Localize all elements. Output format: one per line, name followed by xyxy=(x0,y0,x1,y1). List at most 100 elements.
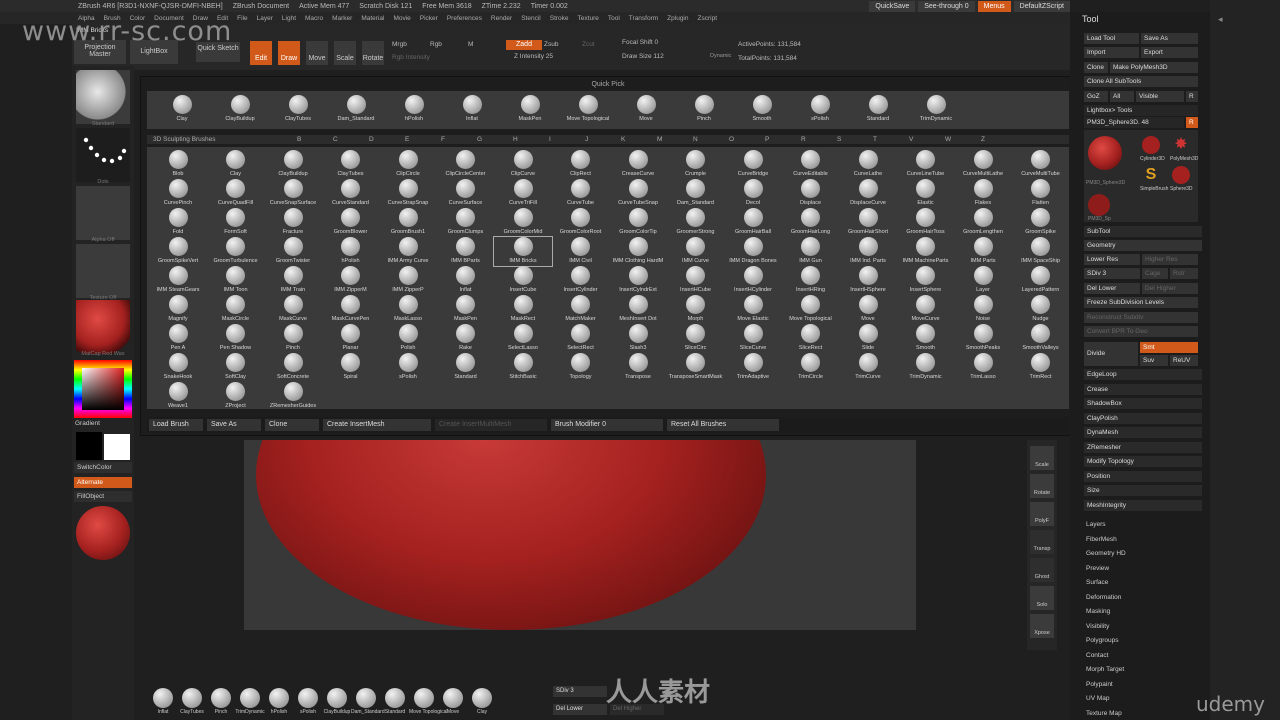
geometry-item-edgeloop[interactable]: EdgeLoop xyxy=(1084,369,1202,380)
tool-section-masking[interactable]: Masking xyxy=(1086,608,1110,615)
brush-grid-item[interactable]: CurveTube xyxy=(552,179,610,208)
brush-grid-item[interactable]: SmoothValleys xyxy=(1012,324,1070,353)
save-as-brush-button[interactable]: Save As xyxy=(207,419,261,431)
geometry-item-claypolish[interactable]: ClayPolish xyxy=(1084,412,1202,424)
solo-button[interactable]: Solo xyxy=(1030,586,1054,610)
brush-grid-item[interactable]: CurveSnapSurface xyxy=(264,179,322,208)
brush-grid-item[interactable]: Spiral xyxy=(322,353,380,382)
quick-pick-brush[interactable]: Move xyxy=(617,95,675,124)
menu-item-stencil[interactable]: Stencil xyxy=(521,15,541,22)
load-brush-button[interactable]: Load Brush xyxy=(149,419,203,431)
brush-letter-filter[interactable]: M xyxy=(657,136,662,143)
brush-grid-item[interactable]: Move Topological xyxy=(782,295,840,324)
import-button[interactable]: Import xyxy=(1084,47,1139,58)
brush-thumbnail[interactable] xyxy=(76,70,130,124)
bottom-shelf-brush[interactable]: Move Topological xyxy=(409,688,448,720)
clone-brush-button[interactable]: Clone xyxy=(265,419,319,431)
brush-letter-filter[interactable]: P xyxy=(765,136,769,143)
create-insertmesh-button[interactable]: Create InsertMesh xyxy=(323,419,431,431)
brush-grid-item[interactable]: ClipRect xyxy=(552,150,610,179)
brush-grid-item[interactable]: SliceCurve xyxy=(724,324,782,353)
geometry-item-crease[interactable]: Crease xyxy=(1084,383,1202,395)
brush-letter-filter[interactable]: I xyxy=(549,136,551,143)
brush-grid-item[interactable]: SnakeHook xyxy=(149,353,207,382)
brush-grid-item[interactable]: IMM Train xyxy=(264,266,322,295)
brush-grid-item[interactable]: ClayBuildup xyxy=(264,150,322,179)
quick-pick-brush[interactable]: TrimDynamic xyxy=(907,95,965,124)
brush-grid-item[interactable]: SliceRect xyxy=(782,324,840,353)
bottom-shelf-brush[interactable]: Pinch xyxy=(206,688,236,720)
rgb-intensity-slider[interactable]: Rgb Intensity xyxy=(392,54,430,61)
clone-all-subtools-button[interactable]: Clone All SubTools xyxy=(1084,76,1198,87)
cage-button[interactable]: Cage xyxy=(1142,268,1168,279)
divide-button[interactable]: Divide xyxy=(1084,342,1138,366)
scale-view-button[interactable]: Scale xyxy=(1030,446,1054,470)
brush-grid-item[interactable]: SelectRect xyxy=(552,324,610,353)
main-color-swatch[interactable] xyxy=(104,434,130,460)
brush-letter-filter[interactable]: B xyxy=(297,136,301,143)
brush-grid-item[interactable]: Clay xyxy=(207,150,265,179)
lower-res-button[interactable]: Lower Res xyxy=(1084,254,1140,265)
brush-grid-item[interactable]: IMM BParts xyxy=(437,237,495,266)
convert-bpr-button[interactable]: Convert BPR To Geo xyxy=(1084,326,1198,337)
geometry-item-shadowbox[interactable]: ShadowBox xyxy=(1084,398,1202,409)
brush-grid-item[interactable]: Polish xyxy=(379,324,437,353)
brush-letter-filter[interactable]: V xyxy=(909,136,913,143)
brush-grid-item[interactable]: InsertHSphere xyxy=(839,266,897,295)
focal-shift-slider[interactable]: Focal Shift 0 xyxy=(622,39,658,46)
material-thumbnail[interactable] xyxy=(76,300,130,354)
tool-section-visibility[interactable]: Visibility xyxy=(1086,623,1109,630)
brush-grid-item[interactable]: Nudge xyxy=(1012,295,1070,324)
quick-pick-brush[interactable]: ClayTubes xyxy=(269,95,327,124)
brush-grid-item[interactable]: SmoothPeaks xyxy=(954,324,1012,353)
brush-grid-item[interactable]: Flatten xyxy=(1012,179,1070,208)
see-through-slider[interactable]: See-through 0 xyxy=(918,0,975,12)
brush-grid-item[interactable]: GroomHairLong xyxy=(782,208,840,237)
brush-grid-item[interactable]: MatchMaker xyxy=(552,295,610,324)
material-preview[interactable] xyxy=(76,506,130,560)
reconstruct-subdiv-button[interactable]: Reconstruct Subdiv xyxy=(1084,312,1198,323)
quick-pick-brush[interactable]: Smooth xyxy=(733,95,791,124)
menu-item-picker[interactable]: Picker xyxy=(420,15,438,22)
brush-grid-item[interactable]: SoftConcrete xyxy=(264,353,322,382)
brush-grid-item[interactable]: GroomHairShort xyxy=(839,208,897,237)
goz-all-button[interactable]: All xyxy=(1110,91,1134,102)
current-tool-r-button[interactable]: R xyxy=(1186,117,1198,128)
geometry-item-dynamesh[interactable]: DynaMesh xyxy=(1084,427,1202,438)
color-picker-square[interactable] xyxy=(82,368,124,410)
bottom-shelf-brush[interactable]: Dam_Standard xyxy=(351,688,385,720)
brush-grid-item[interactable]: IMM Curve xyxy=(667,237,725,266)
brush-grid-item[interactable]: GroomHairBall xyxy=(724,208,782,237)
brush-grid-item[interactable]: IMM Civil xyxy=(552,237,610,266)
quick-pick-brush[interactable]: Standard xyxy=(849,95,907,124)
save-as-tool-button[interactable]: Save As xyxy=(1141,33,1198,44)
brush-grid-item[interactable]: SoftClay xyxy=(207,353,265,382)
bottom-shelf-brush[interactable]: Inflat xyxy=(148,688,178,720)
brush-grid-item[interactable]: IMM SpaceShip xyxy=(1012,237,1070,266)
brush-grid-item[interactable]: CurveStandard xyxy=(322,179,380,208)
brush-grid-item[interactable]: GroomTwister xyxy=(264,237,322,266)
menu-item-light[interactable]: Light xyxy=(282,15,296,22)
brush-grid-item[interactable]: TrimRect xyxy=(1012,353,1070,382)
brush-grid-item[interactable]: Move xyxy=(839,295,897,324)
brush-grid-item[interactable]: SelectLasso xyxy=(494,324,552,353)
bottom-del-lower-button[interactable]: Del Lower xyxy=(553,704,607,715)
alpha-thumbnail[interactable] xyxy=(76,186,130,240)
quick-pick-brush[interactable]: Inflat xyxy=(443,95,501,124)
suv-toggle[interactable]: Suv xyxy=(1140,355,1168,366)
brush-grid-item[interactable]: MaskPen xyxy=(437,295,495,324)
higher-res-button[interactable]: Higher Res xyxy=(1142,254,1198,265)
geometry-item-meshintegrity[interactable]: MeshIntegrity xyxy=(1084,499,1202,511)
bottom-shelf-brush[interactable]: Standard xyxy=(380,688,410,720)
brush-grid-item[interactable]: IMM Bricks xyxy=(493,236,553,267)
brush-grid-item[interactable]: ZProject xyxy=(207,382,265,411)
zcut-button[interactable]: Zcut xyxy=(582,41,595,48)
brush-grid-item[interactable]: Slide xyxy=(839,324,897,353)
sdiv-slider[interactable]: SDiv 3 xyxy=(1084,268,1140,279)
tool-section-deformation[interactable]: Deformation xyxy=(1086,594,1121,601)
brush-grid-item[interactable]: TransposeSmartMask xyxy=(667,353,725,382)
brush-grid-item[interactable]: LayeredPattern xyxy=(1012,266,1070,295)
tool-section-polygroups[interactable]: Polygroups xyxy=(1086,637,1119,644)
brush-letter-filter[interactable]: O xyxy=(729,136,734,143)
polymesh-star-icon[interactable]: ✸ xyxy=(1172,136,1190,154)
